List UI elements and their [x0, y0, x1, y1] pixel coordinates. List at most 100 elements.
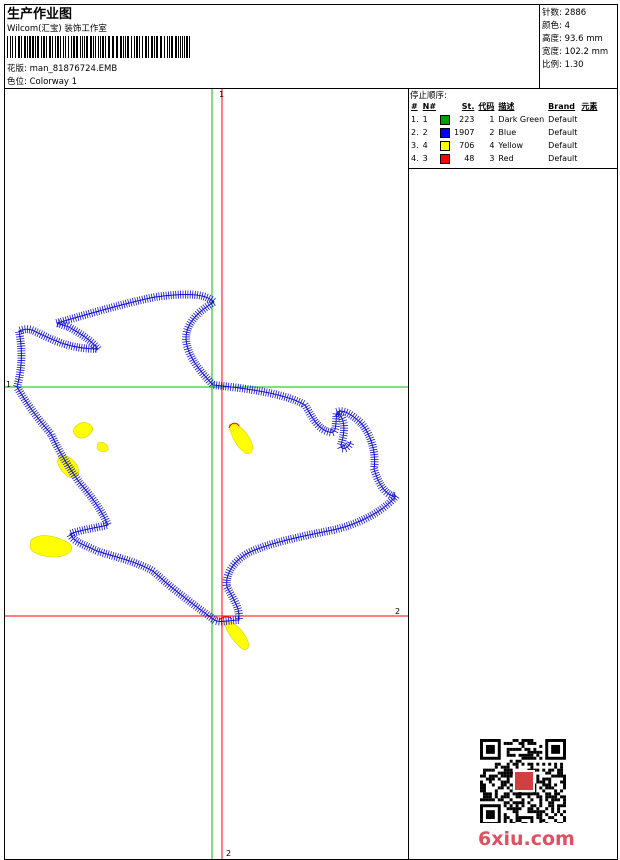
qr-module	[536, 750, 540, 754]
qr-module	[524, 756, 528, 760]
qr-module	[536, 753, 540, 757]
qr-module	[506, 807, 510, 811]
qr-module	[518, 747, 522, 751]
barcode-bar	[93, 36, 94, 58]
barcode-bar	[86, 36, 88, 58]
qr-module	[518, 819, 522, 823]
row-seq: 4.	[411, 154, 419, 163]
qr-module	[515, 816, 519, 820]
stitch-tick	[235, 616, 237, 625]
row-stitches: 706	[459, 141, 475, 150]
row-code: 3	[489, 154, 495, 163]
qr-module	[545, 798, 549, 802]
qr-module	[491, 768, 495, 772]
stitch-tick	[332, 415, 341, 418]
stitch-tick	[222, 579, 231, 582]
stitch-tick	[16, 338, 25, 340]
qr-module	[485, 795, 489, 799]
qr-module	[503, 780, 507, 784]
col-header: Brand	[548, 102, 576, 111]
qr-module	[539, 819, 543, 823]
qr-module	[494, 762, 498, 766]
qr-module	[530, 792, 534, 796]
qr-module	[503, 795, 507, 799]
qr-module	[536, 810, 540, 814]
stitch-tick	[225, 382, 227, 391]
qr-module	[539, 810, 543, 814]
yellow-blob-4	[29, 535, 72, 558]
qr-module	[506, 762, 510, 766]
qr-module	[518, 792, 522, 796]
col-header: St.	[461, 102, 475, 111]
row-stitches: 48	[464, 154, 475, 163]
stop-sequence-table: # N# St. 代码 描述 Brand 元素 1. 1 223 1 Dark …	[409, 100, 599, 165]
stitch-tick	[234, 612, 243, 615]
barcode-bar	[151, 36, 153, 58]
qr-module	[563, 810, 566, 814]
barcode-bar	[55, 36, 56, 58]
qr-module	[503, 819, 507, 823]
qr-module	[539, 756, 543, 760]
barcode-image	[7, 36, 190, 58]
table-header-row: # N# St. 代码 描述 Brand 元素	[409, 100, 599, 113]
qr-module	[482, 792, 486, 796]
qr-module	[509, 822, 513, 823]
row-stitches: 1907	[454, 128, 475, 137]
qr-module	[518, 801, 522, 805]
qr-module	[560, 780, 564, 784]
barcode-bar	[65, 36, 66, 58]
barcode-bar	[49, 36, 51, 58]
qr-module	[557, 768, 561, 772]
barcode-bar	[175, 36, 177, 58]
qr-module	[527, 762, 531, 766]
qr-module	[512, 810, 516, 814]
color-swatch-cell	[438, 126, 452, 139]
barcode-bar	[184, 36, 185, 58]
qr-module	[539, 786, 543, 790]
qr-module	[527, 810, 531, 814]
qr-module	[563, 786, 566, 790]
qr-module	[482, 774, 486, 778]
qr-module	[536, 762, 540, 766]
qr-module	[545, 795, 549, 799]
qr-module	[506, 768, 510, 772]
barcode-bar	[90, 36, 92, 58]
qr-module	[548, 762, 552, 766]
col-header: 描述	[498, 102, 515, 111]
qr-module	[548, 795, 552, 799]
col-header: #	[411, 102, 418, 111]
qr-module	[515, 807, 519, 811]
qr-module	[545, 822, 549, 823]
qr-module	[539, 798, 543, 802]
qr-module	[560, 789, 564, 793]
qr-module	[509, 771, 513, 775]
barcode-bar	[18, 36, 20, 58]
guide-label-1-left: 1	[6, 380, 11, 389]
qr-module	[551, 798, 555, 802]
qr-module	[480, 783, 483, 787]
stitch-tick	[191, 290, 194, 299]
qr-module	[539, 795, 543, 799]
row-brand: Default	[548, 115, 578, 124]
qr-module	[536, 807, 540, 811]
qr-module	[539, 750, 543, 754]
qr-module	[527, 750, 531, 754]
guide-label-2-right: 2	[395, 607, 400, 616]
qr-module	[557, 810, 561, 814]
row-element	[579, 113, 599, 126]
barcode-bar	[156, 36, 158, 58]
qr-module	[560, 771, 564, 775]
qr-module	[521, 792, 525, 796]
qr-module	[509, 774, 513, 778]
qr-module	[548, 786, 552, 790]
qr-module	[536, 795, 540, 799]
qr-module	[554, 783, 558, 787]
row-desc: Red	[498, 154, 514, 163]
qr-module	[542, 783, 546, 787]
qr-module	[560, 768, 564, 772]
qr-module	[506, 777, 510, 781]
qr-module	[515, 747, 519, 751]
qr-module	[533, 804, 537, 808]
qr-module	[488, 798, 492, 802]
qr-module	[557, 804, 561, 808]
